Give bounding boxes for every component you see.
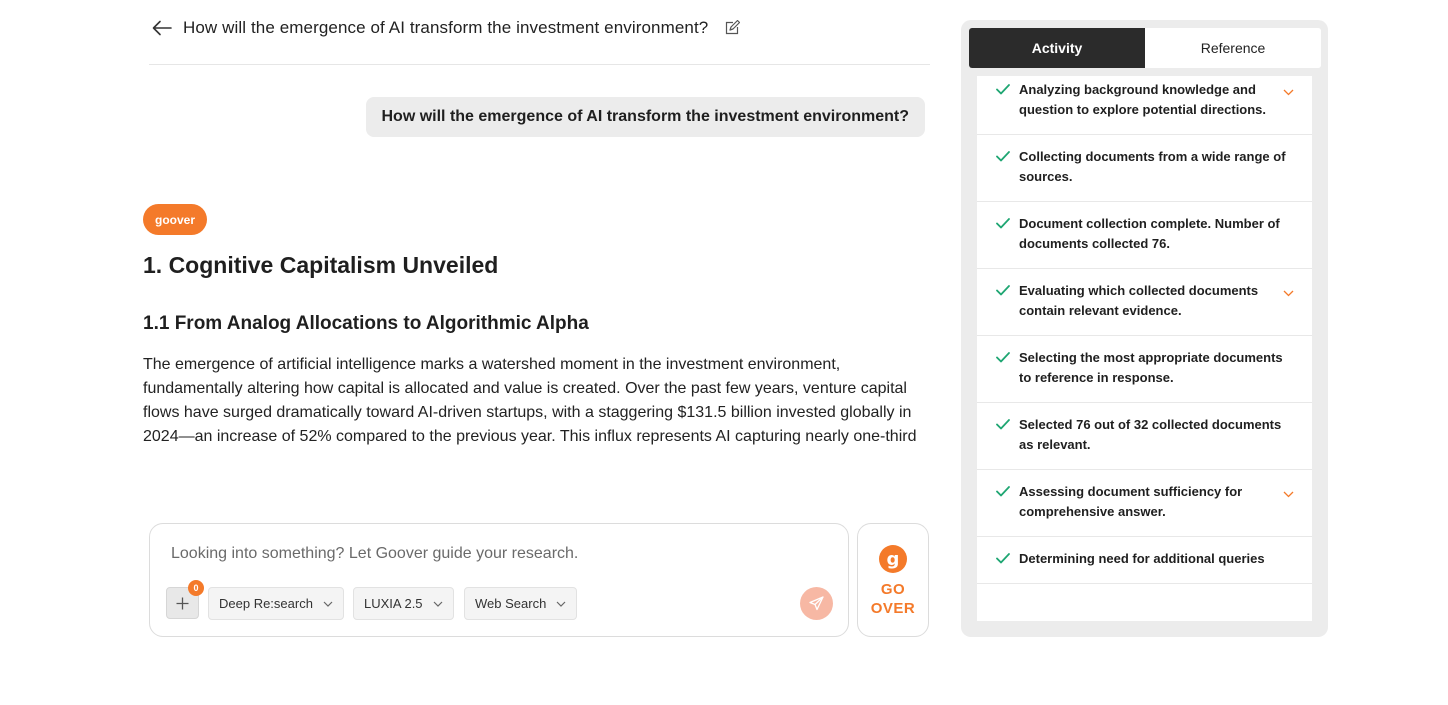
plus-icon [176,597,189,609]
conversation-header: How will the emergence of AI transform t… [149,12,930,65]
chevron-down-icon[interactable] [1283,82,1294,102]
activity-text: Determining need for additional queries [1019,551,1265,566]
model-select[interactable]: LUXIA 2.5 [353,587,454,620]
panel-tabs: Activity Reference [969,28,1321,68]
activity-panel: Activity Reference Analyzing background … [961,20,1328,637]
edit-icon [726,20,741,35]
source-select[interactable]: Web Search [464,587,578,620]
answer-paragraph: The emergence of artificial intelligence… [143,356,917,445]
back-button[interactable] [149,15,175,41]
user-message-bubble: How will the emergence of AI transform t… [365,97,925,137]
activity-item[interactable]: Analyzing background knowledge and quest… [977,76,1312,135]
tab-activity[interactable]: Activity [969,28,1145,68]
mode-select-value: Deep Re:search [219,596,313,611]
model-select-value: LUXIA 2.5 [364,596,423,611]
activity-text: Collecting documents from a wide range o… [1019,149,1286,184]
check-icon [996,148,1010,168]
answer-heading-2: 1.1 From Analog Allocations to Algorithm… [143,313,589,334]
activity-text: Selected 76 out of 32 collected document… [1019,417,1282,452]
goover-label-line1: GO [880,581,906,598]
send-button[interactable] [800,587,833,620]
tab-reference[interactable]: Reference [1145,28,1321,68]
check-icon [996,416,1010,436]
attachment-count-badge: 0 [188,580,204,596]
research-composer: 0 Deep Re:search LUXIA 2.5 Web Search [149,523,849,637]
activity-item: Selecting the most appropriate documents… [977,336,1312,403]
activity-text: Analyzing background knowledge and quest… [1019,82,1267,117]
chevron-down-icon [556,601,566,607]
goover-button-label: GO OVER [871,580,916,618]
activity-item: Collecting documents from a wide range o… [977,135,1312,202]
chevron-down-icon [433,601,443,607]
activity-text: Evaluating which collected documents con… [1019,283,1259,318]
goover-label-line2: OVER [870,600,916,617]
activity-item[interactable]: Evaluating which collected documents con… [977,269,1312,336]
goover-button[interactable]: g GO OVER [857,523,929,637]
send-icon [809,596,824,611]
answer-heading-1: 1. Cognitive Capitalism Unveiled [143,252,499,278]
activity-list[interactable]: Analyzing background knowledge and quest… [977,76,1312,621]
activity-item: Determining need for additional queries [977,537,1312,584]
source-select-value: Web Search [475,596,547,611]
edit-title-button[interactable] [722,18,742,38]
chevron-down-icon[interactable] [1283,484,1294,504]
goover-brand-badge: goover [143,204,208,235]
check-icon [996,550,1010,570]
activity-text: Selecting the most appropriate documents… [1019,350,1283,385]
activity-item: Document collection complete. Number of … [977,202,1312,269]
check-icon [996,215,1010,235]
arrow-left-icon [152,20,172,36]
mode-select[interactable]: Deep Re:search [208,587,344,620]
check-icon [996,349,1010,369]
activity-text: Assessing document sufficiency for compr… [1019,484,1243,519]
goover-logo-icon: g [879,545,907,573]
chevron-down-icon [323,601,333,607]
activity-item[interactable]: Assessing document sufficiency for compr… [977,470,1312,537]
check-icon [996,483,1010,503]
check-icon [996,81,1010,101]
check-icon [996,282,1010,302]
research-input[interactable] [171,545,811,563]
activity-text: Document collection complete. Number of … [1019,216,1280,251]
conversation-title: How will the emergence of AI transform t… [183,18,709,37]
chevron-down-icon[interactable] [1283,283,1294,303]
activity-item: Selected 76 out of 32 collected document… [977,403,1312,470]
